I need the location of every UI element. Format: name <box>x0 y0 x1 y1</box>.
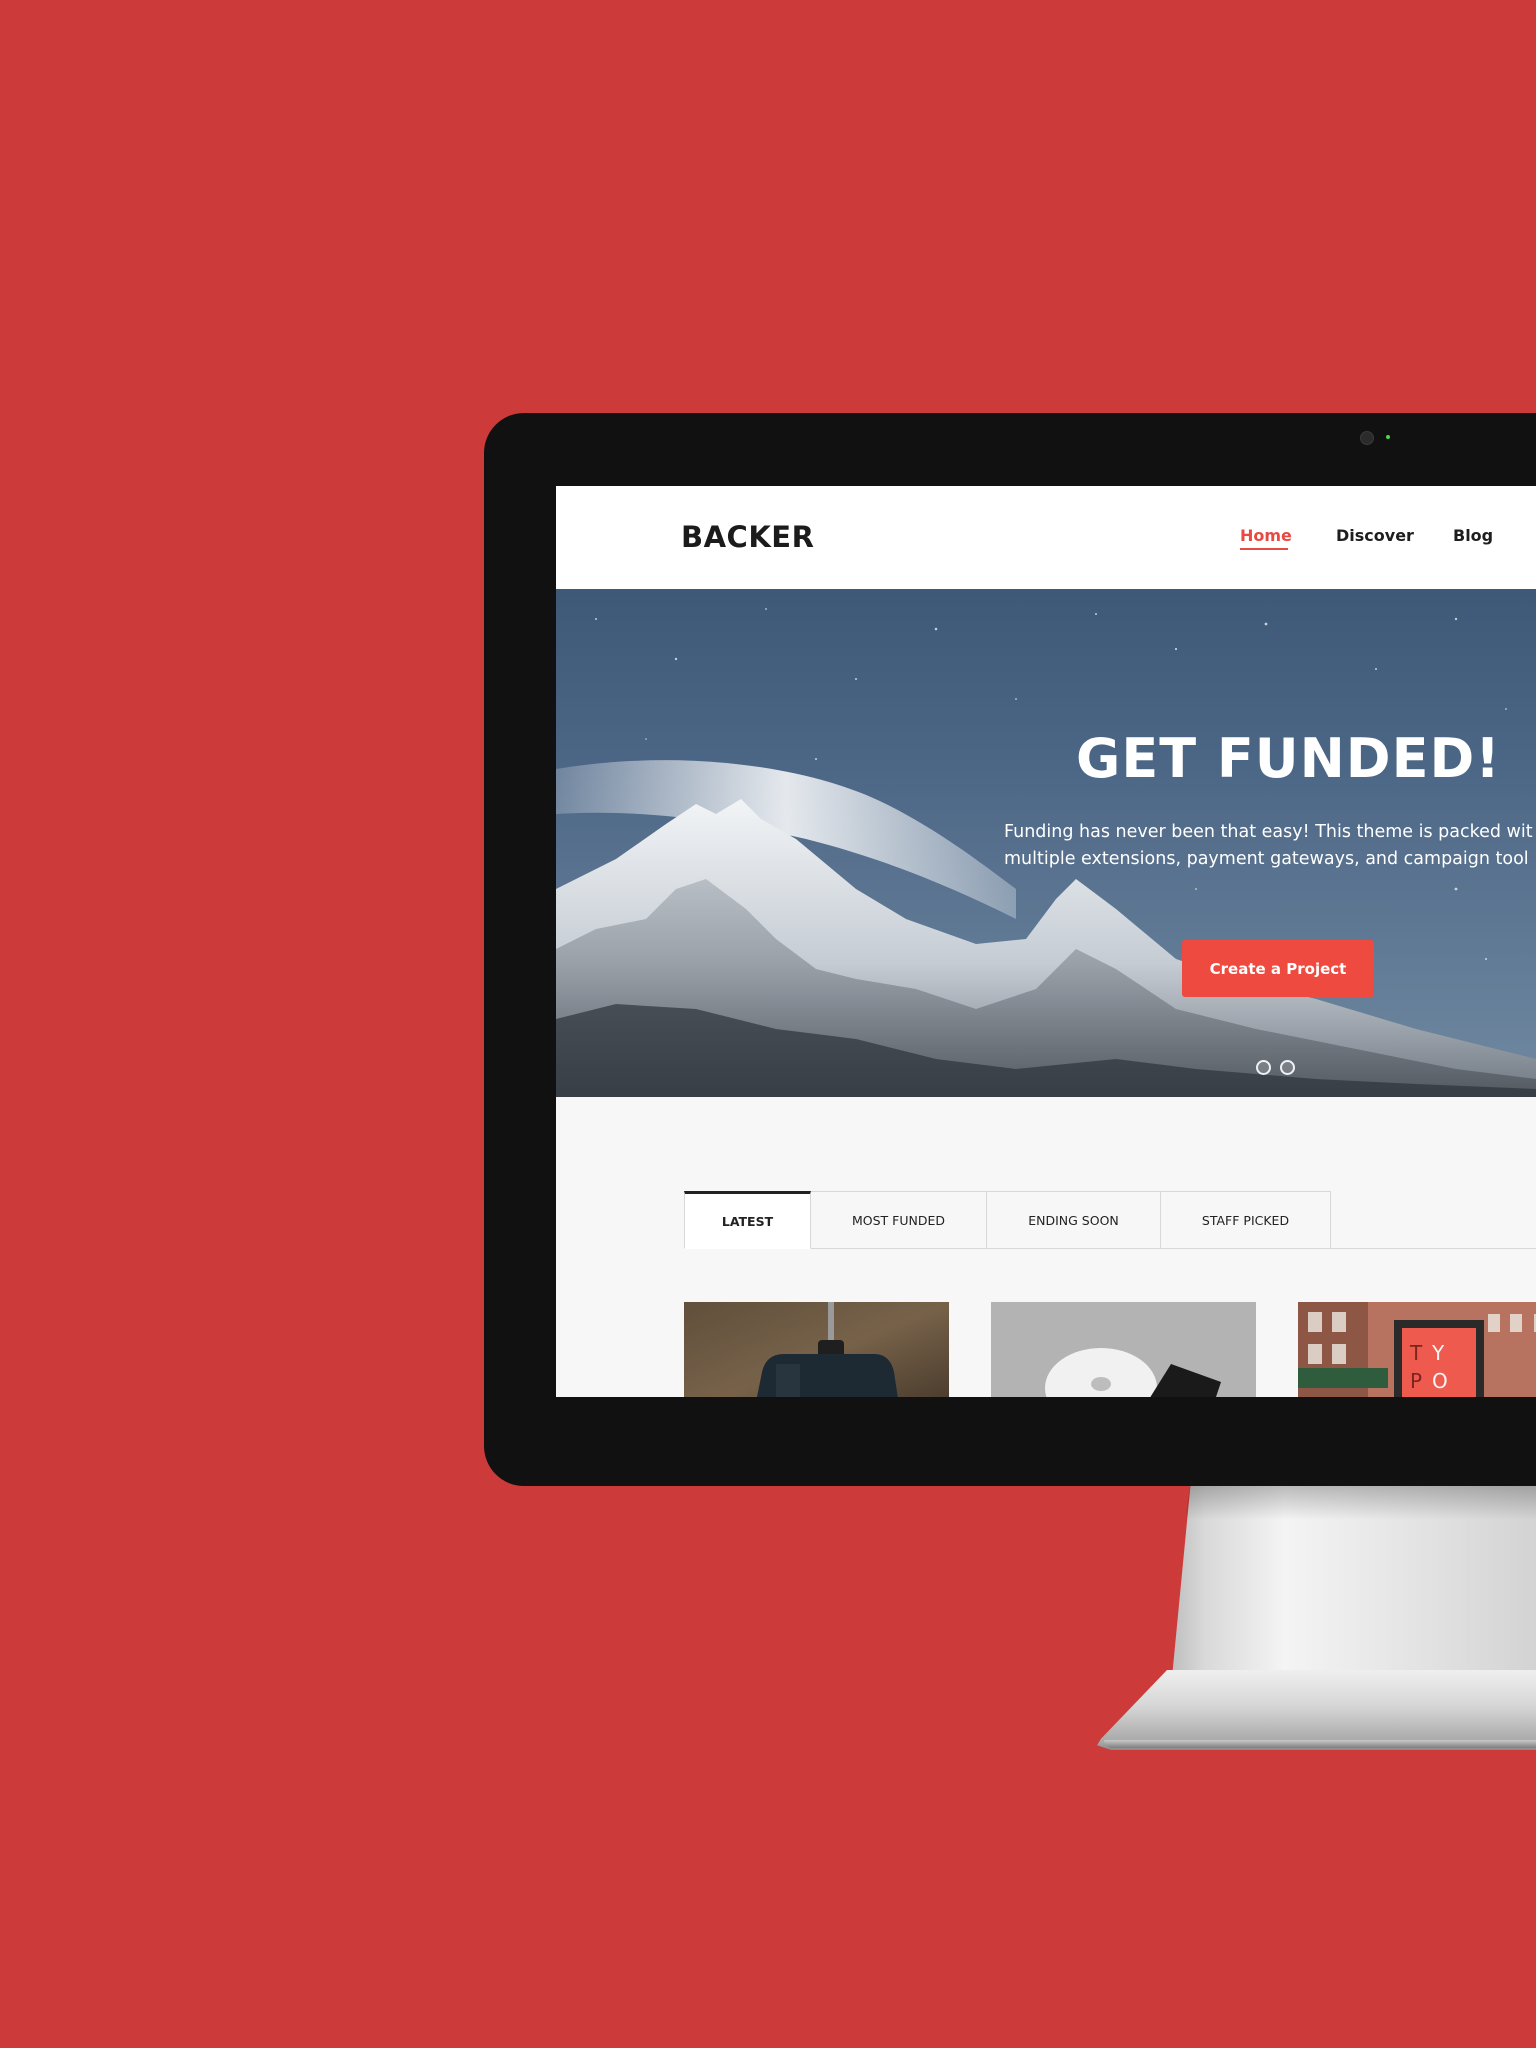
project-card-2[interactable] <box>991 1302 1256 1397</box>
hero-slider: GET FUNDED! Funding has never been that … <box>556 589 1536 1097</box>
camera-icon <box>1360 431 1374 445</box>
nav-active-underline <box>1240 548 1288 550</box>
site-logo[interactable]: BACKER <box>681 520 814 554</box>
poster-letter-t: T <box>1409 1341 1423 1365</box>
hero-description-line-2: multiple extensions, payment gateways, a… <box>1004 849 1529 869</box>
hero-description-line-1: Funding has never been that easy! This t… <box>1004 822 1533 842</box>
nav-home-link[interactable]: Home <box>1240 526 1292 545</box>
tab-ending-soon[interactable]: ENDING SOON <box>987 1191 1161 1249</box>
slider-dot-1[interactable] <box>1256 1060 1271 1075</box>
monitor-screen: BACKER Home Discover Blog GET FUNDED! Fu… <box>556 486 1536 1397</box>
poster-letter-y: Y <box>1431 1341 1445 1365</box>
typo-poster-photo: T Y P O <box>1298 1302 1536 1397</box>
poster-letter-o: O <box>1432 1369 1448 1393</box>
monitor-stand-base-edge <box>1104 1740 1536 1748</box>
create-project-button[interactable]: Create a Project <box>1182 940 1374 997</box>
hero-title: GET FUNDED! <box>1076 727 1501 790</box>
camera-led-icon <box>1386 435 1390 439</box>
project-card-3[interactable]: T Y P O <box>1298 1302 1536 1397</box>
cd-disc-photo <box>991 1302 1256 1397</box>
tab-most-funded[interactable]: MOST FUNDED <box>811 1191 987 1249</box>
product-bottle-photo <box>684 1302 949 1397</box>
tab-staff-picked[interactable]: STAFF PICKED <box>1161 1191 1331 1249</box>
tabs-divider <box>1331 1248 1536 1249</box>
tab-latest[interactable]: LATEST <box>684 1191 811 1249</box>
mockup-scene: BACKER Home Discover Blog GET FUNDED! Fu… <box>0 0 1536 2048</box>
poster-letter-p: P <box>1410 1369 1422 1393</box>
slider-dot-2[interactable] <box>1280 1060 1295 1075</box>
monitor-stand-shadow <box>1185 1480 1536 1520</box>
monitor-stand-base <box>1097 1670 1536 1750</box>
project-filter-tabs: LATEST MOST FUNDED ENDING SOON STAFF PIC… <box>684 1191 1331 1249</box>
site-header: BACKER Home Discover Blog <box>556 486 1536 589</box>
nav-blog-link[interactable]: Blog <box>1453 526 1493 545</box>
project-card-1[interactable] <box>684 1302 949 1397</box>
nav-discover-link[interactable]: Discover <box>1336 526 1414 545</box>
hero-description: Funding has never been that easy! This t… <box>1004 819 1536 873</box>
